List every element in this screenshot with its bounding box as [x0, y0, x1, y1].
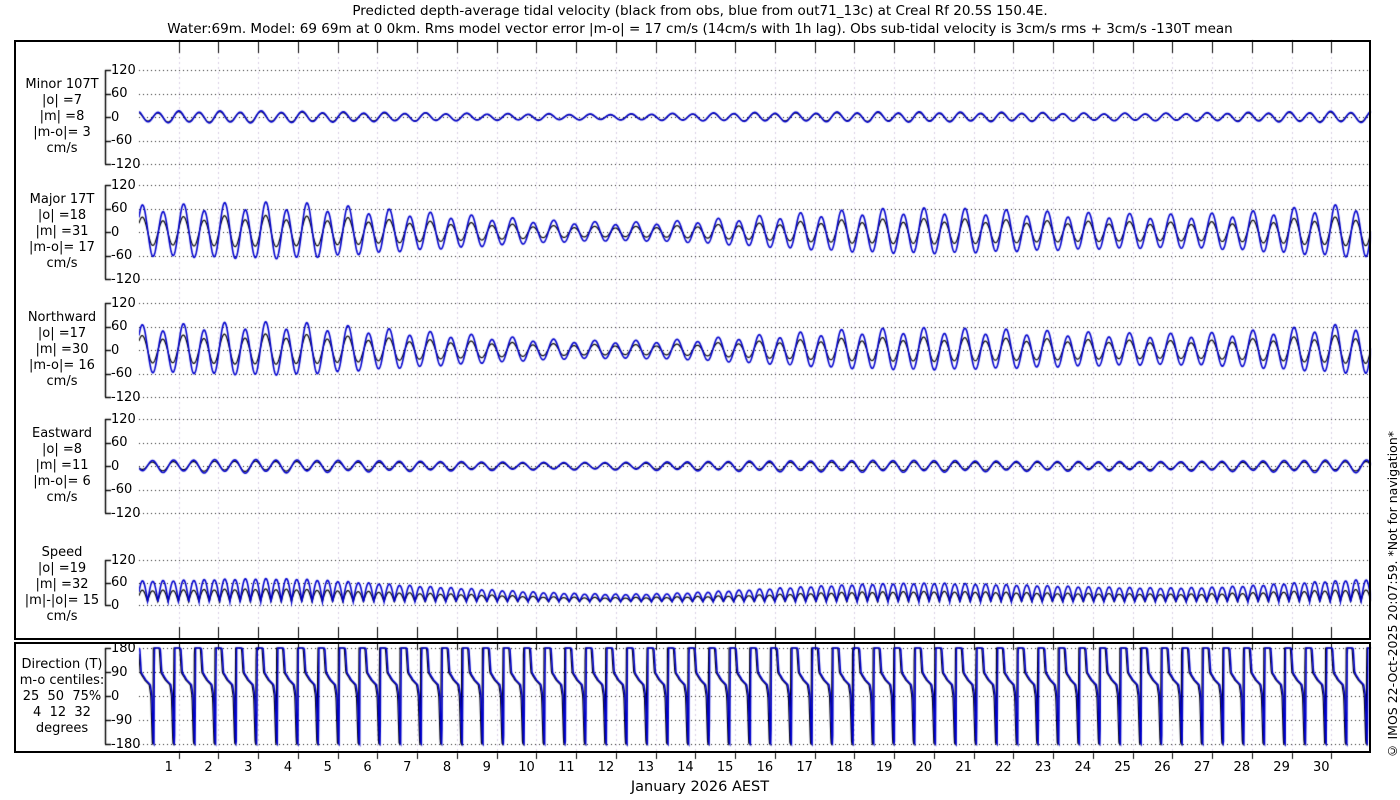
ytick-label-eastward-120: 120: [111, 411, 136, 427]
ytick-label-major-0: 0: [111, 224, 120, 240]
ytick-label-speed-120: 120: [111, 552, 136, 568]
panel-label-direction: Direction (T) m-o centiles: 25 50 75% 4 …: [19, 657, 105, 736]
ytick-label-major--60: -60: [111, 248, 133, 263]
day-label-25: 25: [1114, 760, 1131, 775]
x-axis-label: January 2026 AEST: [630, 779, 770, 795]
day-label-15: 15: [716, 760, 734, 775]
ytick-label-direction-180: 180: [111, 640, 136, 656]
day-label-30: 30: [1313, 760, 1330, 775]
panel-label-speed: Speed |o| =19 |m| =32 |m|-|o|= 15 cm/s: [24, 545, 100, 624]
day-label-19: 19: [875, 760, 893, 775]
ytick-label-eastward-0: 0: [111, 458, 120, 474]
ytick-label-speed-0: 0: [111, 597, 120, 613]
panel-label-major: Major 17T |o| =18 |m| =31 |m-o|= 17 cm/s: [29, 192, 95, 271]
day-label-17: 17: [796, 760, 813, 775]
ytick-label-northward-0: 0: [111, 342, 120, 358]
day-label-10: 10: [518, 760, 535, 775]
ytick-label-eastward--60: -60: [111, 482, 133, 497]
day-label-29: 29: [1273, 760, 1290, 775]
day-label-27: 27: [1193, 760, 1211, 775]
ytick-label-northward--60: -60: [111, 366, 133, 381]
day-label-20: 20: [915, 760, 933, 775]
imos-watermark: © IMOS 22-Oct-2025 20:07:59. *Not for na…: [1385, 430, 1400, 758]
ytick-label-direction--180: -180: [111, 736, 141, 752]
ytick-label-eastward-60: 60: [111, 435, 128, 450]
day-label-18: 18: [836, 760, 853, 775]
ytick-label-direction-0: 0: [111, 688, 120, 704]
ytick-label-minor--120: -120: [111, 156, 141, 172]
day-label-1: 1: [164, 760, 173, 775]
day-label-24: 24: [1074, 760, 1092, 775]
day-label-12: 12: [597, 760, 615, 775]
day-label-22: 22: [995, 760, 1012, 775]
ytick-label-speed-60: 60: [111, 575, 128, 590]
ytick-label-direction--90: -90: [111, 712, 133, 728]
day-label-21: 21: [955, 760, 972, 775]
ytick-label-minor-0: 0: [111, 109, 120, 125]
chart-title: Predicted depth-average tidal velocity (…: [352, 3, 1048, 19]
day-label-26: 26: [1154, 760, 1171, 775]
ytick-label-northward--120: -120: [111, 389, 141, 405]
panel-label-northward: Northward |o| =17 |m| =30 |m-o|= 16 cm/s: [27, 310, 97, 389]
day-label-4: 4: [283, 760, 293, 775]
ytick-label-minor-120: 120: [111, 62, 136, 78]
day-label-6: 6: [363, 760, 372, 775]
day-label-23: 23: [1034, 760, 1052, 775]
day-label-7: 7: [403, 760, 412, 775]
ytick-label-minor--60: -60: [111, 133, 133, 148]
panel-label-eastward: Eastward |o| =8 |m| =11 |m-o|= 6 cm/s: [31, 426, 93, 505]
day-label-3: 3: [244, 760, 253, 775]
ytick-label-minor-60: 60: [111, 86, 128, 101]
ytick-label-northward-120: 120: [111, 295, 136, 311]
day-label-2: 2: [204, 760, 213, 775]
tidal-plot-canvas: [0, 0, 1400, 800]
ytick-label-direction-90: 90: [111, 664, 128, 680]
day-label-28: 28: [1233, 760, 1251, 775]
day-label-8: 8: [442, 760, 452, 775]
day-label-11: 11: [557, 760, 575, 775]
day-label-5: 5: [323, 760, 332, 775]
chart-subtitle: Water:69m. Model: 69 69m at 0 0km. Rms m…: [167, 21, 1233, 37]
ytick-label-eastward--120: -120: [111, 505, 141, 521]
day-label-14: 14: [677, 760, 694, 775]
ytick-label-northward-60: 60: [111, 319, 128, 334]
day-label-13: 13: [637, 760, 654, 775]
day-label-16: 16: [756, 760, 774, 775]
ytick-label-major--120: -120: [111, 271, 141, 287]
day-label-9: 9: [482, 760, 491, 775]
ytick-label-major-120: 120: [111, 177, 136, 193]
panel-label-minor: Minor 107T |o| =7 |m| =8 |m-o|= 3 cm/s: [25, 77, 99, 156]
ytick-label-major-60: 60: [111, 201, 128, 216]
